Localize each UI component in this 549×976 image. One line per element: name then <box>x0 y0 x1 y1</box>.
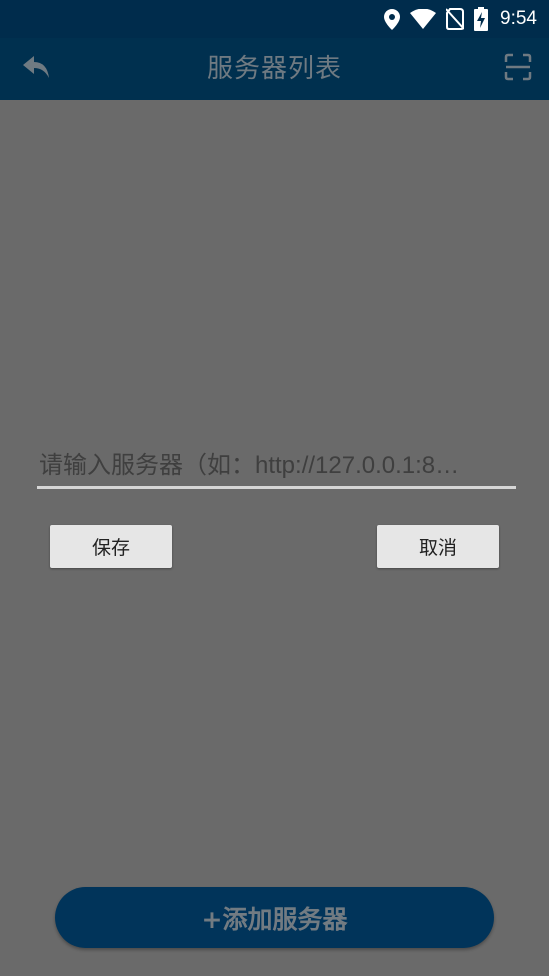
toolbar: 服务器列表 <box>0 38 549 100</box>
status-bar: 9:54 <box>0 0 549 38</box>
scan-icon <box>504 53 532 85</box>
screen: 9:54 服务器列表 保存 取消 +添加服务器 <box>0 0 549 976</box>
wifi-icon <box>410 9 437 29</box>
add-server-label: +添加服务器 <box>201 904 348 934</box>
status-time: 9:54 <box>500 8 537 29</box>
add-server-button[interactable]: +添加服务器 <box>55 887 494 948</box>
scan-button[interactable] <box>503 53 533 85</box>
location-icon <box>384 8 401 30</box>
server-url-input[interactable] <box>37 446 516 489</box>
no-sim-icon <box>446 8 465 30</box>
page-title: 服务器列表 <box>206 54 342 84</box>
cancel-button[interactable]: 取消 <box>377 525 499 568</box>
battery-charging-icon <box>474 7 489 31</box>
save-button[interactable]: 保存 <box>50 525 172 568</box>
status-icons: 9:54 <box>384 0 537 38</box>
